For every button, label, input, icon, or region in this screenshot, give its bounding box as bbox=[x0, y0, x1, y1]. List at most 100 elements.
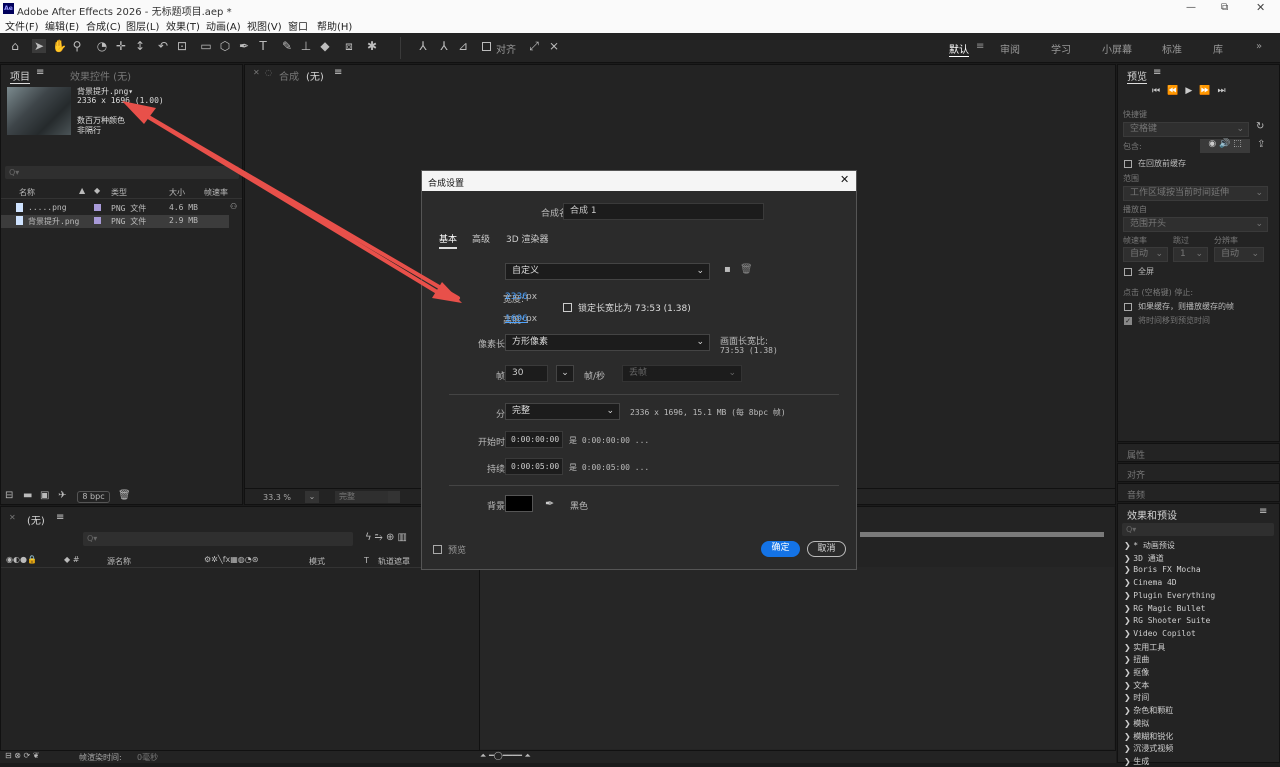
timeline-track-area[interactable] bbox=[480, 567, 1114, 749]
effects-category[interactable]: ❯ RG Magic Bullet bbox=[1124, 604, 1206, 613]
effects-category[interactable]: ❯ Cinema 4D bbox=[1124, 578, 1177, 587]
anchor-tool-icon[interactable]: ⊡ bbox=[175, 39, 189, 53]
chevron-right-icon[interactable]: ❯ bbox=[1124, 706, 1133, 715]
snap-icon[interactable]: ⤢ bbox=[527, 39, 541, 53]
reset-icon[interactable]: ↻ bbox=[1256, 121, 1264, 132]
chevron-right-icon[interactable]: ❯ bbox=[1124, 565, 1133, 574]
skip-dropdown[interactable]: 1 ⌄ bbox=[1173, 247, 1208, 262]
chevron-right-icon[interactable]: ❯ bbox=[1124, 643, 1133, 652]
new-comp-icon[interactable]: ▣ bbox=[40, 490, 49, 501]
play-from-dropdown[interactable]: 范围开头 ⌄ bbox=[1123, 217, 1268, 232]
duration-input[interactable]: 0:00:05:00 bbox=[505, 458, 563, 475]
timeline-tools-icon[interactable]: ϟ ⥲ ⊕ ▥ bbox=[365, 532, 407, 543]
chevron-right-icon[interactable]: ❯ bbox=[1124, 668, 1133, 677]
chevron-right-icon[interactable]: ❯ bbox=[1124, 629, 1133, 638]
chevron-right-icon[interactable]: ❯ bbox=[1124, 719, 1133, 728]
region-icon[interactable] bbox=[388, 491, 400, 503]
fullscreen-checkbox[interactable] bbox=[1124, 268, 1132, 276]
table-row[interactable]: 背景提升.png PNG 文件 2.9 MB bbox=[1, 215, 229, 228]
col-mode[interactable]: 模式 bbox=[309, 556, 325, 567]
cache-checkbox[interactable] bbox=[1124, 160, 1132, 168]
menu-edit[interactable]: 编辑(E) bbox=[45, 18, 79, 33]
menu-help[interactable]: 帮助(H) bbox=[317, 18, 352, 33]
bg-color-swatch[interactable] bbox=[505, 495, 533, 512]
tab-comp[interactable]: 合成 bbox=[279, 68, 299, 83]
chevron-right-icon[interactable]: ❯ bbox=[1124, 732, 1133, 741]
sort-up-icon[interactable]: ▲ bbox=[79, 186, 85, 195]
range-dropdown[interactable]: 工作区域按当前时间延伸 ⌄ bbox=[1123, 186, 1268, 201]
chevron-right-icon[interactable]: ❯ bbox=[1124, 604, 1133, 613]
col-fps[interactable]: 帧速率 bbox=[204, 187, 228, 198]
effects-category[interactable]: ❯ RG Shooter Suite bbox=[1124, 616, 1210, 625]
col-track-matte[interactable]: 轨道遮罩 bbox=[378, 556, 410, 567]
tab-properties[interactable]: 属性 bbox=[1127, 448, 1145, 461]
axis-local-icon[interactable]: ⅄ bbox=[416, 39, 430, 53]
width-value[interactable]: 2336 bbox=[505, 292, 528, 302]
next-frame-icon[interactable]: ⏩ bbox=[1199, 86, 1217, 96]
effects-category[interactable]: ❯ 3D 通道 bbox=[1124, 553, 1164, 564]
effects-search-input[interactable]: Q▾ bbox=[1122, 523, 1274, 536]
hand-tool-icon[interactable]: ✋ bbox=[52, 39, 67, 53]
lock-icon[interactable]: ◌ bbox=[265, 68, 272, 77]
resolution-dropdown[interactable]: 完整 bbox=[335, 491, 395, 503]
effects-category[interactable]: ❯ 时间 bbox=[1124, 692, 1149, 703]
chevron-right-icon[interactable]: ❯ bbox=[1124, 757, 1133, 766]
dialog-close-icon[interactable]: ✕ bbox=[840, 173, 849, 186]
workspace-default[interactable]: 默认 bbox=[949, 41, 969, 57]
tab-effect-controls[interactable]: 效果控件 (无) bbox=[70, 68, 131, 83]
workspace-library[interactable]: 库 bbox=[1213, 41, 1223, 56]
tab-align[interactable]: 对齐 bbox=[1127, 468, 1145, 481]
ok-button[interactable]: 确定 bbox=[761, 541, 800, 557]
axis-view-icon[interactable]: ⊿ bbox=[456, 39, 470, 53]
res-dropdown[interactable]: 自动 ⌄ bbox=[1214, 247, 1264, 262]
move-time-checkbox[interactable]: ✓ bbox=[1124, 317, 1132, 325]
zoom-dropdown-icon[interactable]: ⌄ bbox=[305, 491, 319, 503]
tab-effects-presets[interactable]: 效果和预设 bbox=[1127, 507, 1177, 522]
axis-world-icon[interactable]: ⅄ bbox=[437, 39, 451, 53]
height-value[interactable]: 1696 bbox=[505, 314, 528, 324]
last-frame-icon[interactable]: ⏭ bbox=[1217, 86, 1232, 96]
chevron-right-icon[interactable]: ❯ bbox=[1124, 541, 1133, 550]
chevron-right-icon[interactable]: ❯ bbox=[1124, 681, 1133, 690]
zoom-slider[interactable]: ⏶ ━◯━━━━ ⏶ bbox=[480, 751, 531, 761]
audio-panel[interactable]: 音频 bbox=[1117, 483, 1280, 502]
drop-frame-dropdown[interactable]: 丢帧 ⌄ bbox=[622, 365, 742, 382]
start-timecode-input[interactable]: 0:00:00:00 bbox=[505, 431, 563, 448]
timeline-search-input[interactable]: Q▾ bbox=[83, 532, 353, 546]
effects-category[interactable]: ❯ 沉浸式视频 bbox=[1124, 743, 1173, 754]
workspace-small-screen[interactable]: 小屏幕 bbox=[1102, 41, 1132, 56]
effects-category[interactable]: ❯ 抠像 bbox=[1124, 667, 1149, 678]
orbit-tool-icon[interactable]: ◔ bbox=[95, 39, 109, 53]
menu-window[interactable]: 窗口 bbox=[288, 18, 308, 33]
menu-view[interactable]: 视图(V) bbox=[247, 18, 282, 33]
tab-comp-value[interactable]: (无) bbox=[306, 68, 324, 83]
tab-advanced[interactable]: 高级 bbox=[472, 232, 490, 245]
chevron-right-icon[interactable]: ❯ bbox=[1124, 744, 1133, 753]
panel-menu-icon[interactable]: ≡ bbox=[1259, 506, 1267, 517]
eraser-tool-icon[interactable]: ◆ bbox=[318, 39, 332, 53]
maximize-icon[interactable]: ⧉ bbox=[1221, 2, 1228, 13]
table-row[interactable]: .....png PNG 文件 4.6 MB ⚇ bbox=[1, 202, 242, 215]
col-t[interactable]: T bbox=[364, 556, 369, 565]
close-tab-icon[interactable]: ✕ bbox=[9, 513, 16, 522]
flowchart-icon[interactable]: ⚇ bbox=[230, 202, 237, 211]
fps-dropdown[interactable]: 自动 ⌄ bbox=[1123, 247, 1168, 262]
effects-category[interactable]: ❯ 生成 bbox=[1124, 756, 1149, 767]
snap-extra-icon[interactable]: ⨯ bbox=[547, 39, 561, 53]
effects-category[interactable]: ❯ Boris FX Mocha bbox=[1124, 565, 1201, 574]
play-icon[interactable]: ▶ bbox=[1185, 86, 1199, 96]
chevron-right-icon[interactable]: ❯ bbox=[1124, 591, 1133, 600]
zoom-tool-icon[interactable]: ⚲ bbox=[70, 39, 84, 53]
save-preset-icon[interactable]: ▪ bbox=[724, 264, 731, 275]
text-tool-icon[interactable]: T bbox=[256, 39, 270, 53]
work-area-bar[interactable] bbox=[860, 532, 1104, 537]
close-tab-icon[interactable]: ✕ bbox=[253, 68, 260, 77]
menu-composition[interactable]: 合成(C) bbox=[86, 18, 121, 33]
col-source-name[interactable]: 源名称 bbox=[107, 556, 131, 567]
home-icon[interactable]: ⌂ bbox=[8, 39, 22, 53]
include-toggles[interactable]: ◉ 🔊 ⬚ bbox=[1200, 139, 1250, 153]
workspace-review[interactable]: 审阅 bbox=[1000, 41, 1020, 56]
workspace-more-icon[interactable]: » bbox=[1256, 41, 1262, 52]
chevron-right-icon[interactable]: ❯ bbox=[1124, 578, 1133, 587]
label-swatch[interactable] bbox=[94, 204, 101, 211]
